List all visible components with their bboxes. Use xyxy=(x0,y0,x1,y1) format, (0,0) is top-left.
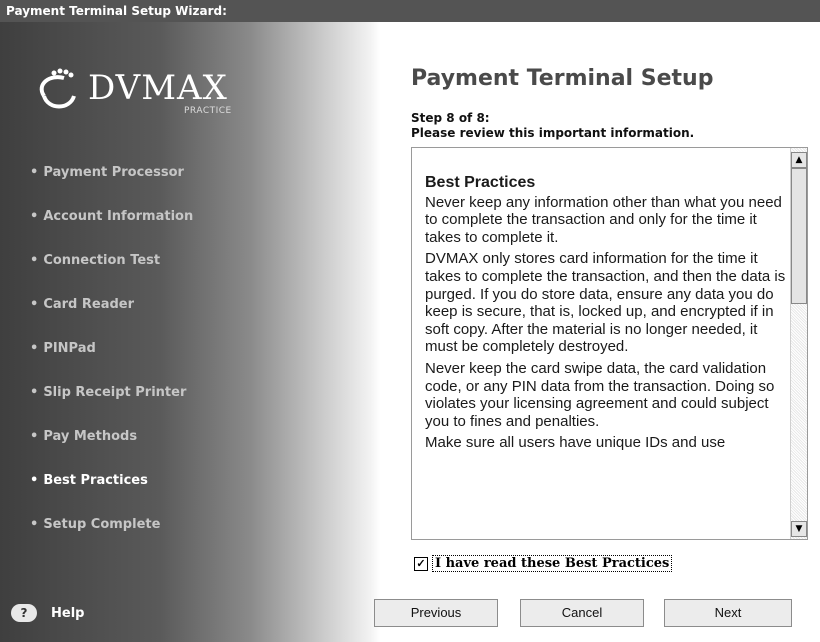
nav-label: Connection Test xyxy=(43,252,161,268)
page-title: Payment Terminal Setup xyxy=(411,66,714,91)
read-confirmation-checkbox[interactable]: ✓ I have read these Best Practices xyxy=(414,555,673,572)
step-number: Step 8 of 8: xyxy=(411,111,490,125)
nav-label: PINPad xyxy=(43,340,96,356)
nav-item-card-reader: • Card Reader xyxy=(30,296,135,312)
help-button[interactable]: ? Help xyxy=(11,604,84,622)
content-heading: Best Practices xyxy=(425,174,536,191)
content-paragraph: Never keep any information other than wh… xyxy=(425,193,782,246)
next-button[interactable]: Next xyxy=(664,599,792,627)
logo-swirl-icon xyxy=(39,68,76,109)
nav-item-payment-processor: • Payment Processor xyxy=(30,164,184,180)
logo-text: DVMAX xyxy=(88,68,228,108)
nav-item-account-information: • Account Information xyxy=(30,208,194,224)
nav-item-slip-receipt-printer: • Slip Receipt Printer xyxy=(30,384,187,400)
nav-item-setup-complete: • Setup Complete xyxy=(30,516,161,532)
dvmax-logo: DVMAX PRACTICE xyxy=(34,66,234,126)
content-paragraph: Make sure all users have unique IDs and … xyxy=(425,434,726,452)
nav-item-best-practices: • Best Practices xyxy=(30,472,148,488)
content-paragraph: Never keep the card swipe data, the card… xyxy=(425,359,775,430)
step-instruction: Please review this important information… xyxy=(411,126,695,140)
cancel-button[interactable]: Cancel xyxy=(520,599,644,627)
wizard-window: Payment Terminal Setup Wizard: DVMAX PRA… xyxy=(0,0,820,642)
nav-item-connection-test: • Connection Test xyxy=(30,252,161,268)
help-label[interactable]: Help xyxy=(51,606,84,621)
nav-item-pinpad: • PINPad xyxy=(30,340,96,356)
nav-item-pay-methods: • Pay Methods xyxy=(30,428,138,444)
scroll-down-icon[interactable]: ▼ xyxy=(791,521,807,537)
content-paragraph: DVMAX only stores card information for t… xyxy=(425,250,786,356)
sidebar: DVMAX PRACTICE • Payment Processor • Accou… xyxy=(0,22,380,642)
window-title: Payment Terminal Setup Wizard: xyxy=(0,0,820,22)
nav-label: Slip Receipt Printer xyxy=(43,384,187,400)
best-practices-content: Best Practices Never keep any informatio… xyxy=(425,174,789,456)
scroll-up-icon[interactable]: ▲ xyxy=(791,152,807,168)
nav-label: Payment Processor xyxy=(43,164,184,180)
checkbox-label[interactable]: I have read these Best Practices xyxy=(432,555,673,572)
help-icon[interactable]: ? xyxy=(11,604,37,622)
best-practices-textbox[interactable]: Best Practices Never keep any informatio… xyxy=(411,147,808,540)
vertical-scrollbar[interactable]: ▲ ▼ xyxy=(790,148,807,539)
wizard-steps-nav: • Payment Processor • Account Information … xyxy=(30,150,290,546)
step-info: Step 8 of 8: Please review this importan… xyxy=(411,111,694,141)
nav-label: Setup Complete xyxy=(43,516,161,532)
nav-label: Best Practices xyxy=(43,472,148,488)
logo-subtext: PRACTICE xyxy=(184,106,232,116)
checkbox-box[interactable]: ✓ xyxy=(414,556,428,571)
nav-label: Pay Methods xyxy=(43,428,138,444)
nav-label: Account Information xyxy=(43,208,194,224)
scrollbar-thumb[interactable] xyxy=(791,168,807,304)
previous-button[interactable]: Previous xyxy=(374,599,498,627)
nav-label: Card Reader xyxy=(43,296,135,312)
